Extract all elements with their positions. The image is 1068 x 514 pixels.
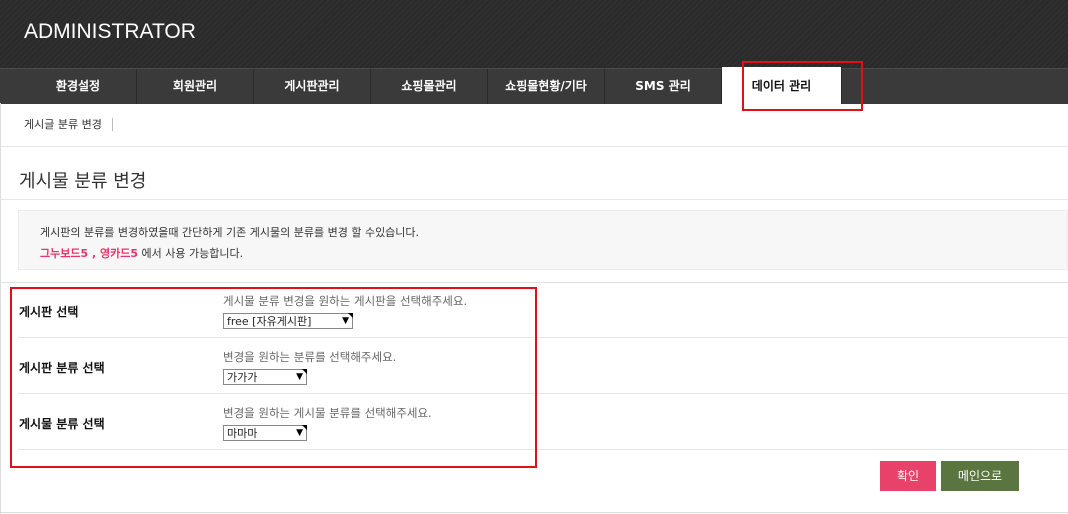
info-note-rest: 에서 사용 가능합니다. xyxy=(138,247,244,260)
post-category-select[interactable]: 마마마 ▼ xyxy=(223,425,307,441)
board-category-value: 가가가 xyxy=(227,371,258,384)
confirm-button[interactable]: 확인 xyxy=(880,461,936,491)
nav-item-environment[interactable]: 환경설정 xyxy=(20,69,137,104)
form-row-board-category: 게시판 분류 선택 변경을 원하는 분류를 선택해주세요. 가가가 ▼ xyxy=(18,339,1068,394)
nav-item-shop-status[interactable]: 쇼핑몰현황/기타 xyxy=(488,69,605,104)
main-nav: 환경설정 회원관리 게시판관리 쇼핑몰관리 쇼핑몰현황/기타 SMS 관리 데이… xyxy=(0,67,1068,104)
go-main-button[interactable]: 메인으로 xyxy=(941,461,1019,491)
board-category-label: 게시판 분류 선택 xyxy=(19,361,105,375)
info-highlight: 그누보드5 , 영카드5 xyxy=(40,247,138,260)
corner-mark-icon xyxy=(302,425,307,430)
post-category-value: 마마마 xyxy=(227,427,258,440)
nav-item-data[interactable]: 데이터 관리 xyxy=(722,67,842,104)
brand-title: ADMINISTRATOR xyxy=(24,20,196,43)
info-text: 게시판의 분류를 변경하였을때 간단하게 기존 게시물의 분류를 변경 할 수있… xyxy=(40,226,420,239)
nav-item-members[interactable]: 회원관리 xyxy=(137,69,254,104)
nav-item-shop[interactable]: 쇼핑몰관리 xyxy=(371,69,488,104)
post-category-help: 변경을 원하는 게시물 분류를 선택해주세요. xyxy=(223,406,432,420)
board-select-help: 게시물 분류 변경을 원하는 게시판을 선택해주세요. xyxy=(223,294,468,308)
nav-item-boards[interactable]: 게시판관리 xyxy=(254,69,371,104)
board-select[interactable]: free [자유게시판] ▼ xyxy=(223,313,353,329)
board-select-value: free [자유게시판] xyxy=(227,315,312,328)
left-border xyxy=(0,103,1,514)
bottom-divider xyxy=(0,512,1068,513)
form-row-board: 게시판 선택 게시물 분류 변경을 원하는 게시판을 선택해주세요. free … xyxy=(18,283,1068,338)
form-row-post-category: 게시물 분류 선택 변경을 원하는 게시물 분류를 선택해주세요. 마마마 ▼ xyxy=(18,395,1068,450)
sub-nav-item-category-change[interactable]: 게시글 분류 변경 xyxy=(24,118,113,131)
title-divider xyxy=(0,199,1068,200)
board-category-help: 변경을 원하는 분류를 선택해주세요. xyxy=(223,350,397,364)
page-title: 게시물 분류 변경 xyxy=(19,171,147,192)
info-box: 게시판의 분류를 변경하였을때 간단하게 기존 게시물의 분류를 변경 할 수있… xyxy=(18,210,1068,270)
info-note: 그누보드5 , 영카드5 에서 사용 가능합니다. xyxy=(40,245,243,261)
sub-nav: 게시글 분류 변경 xyxy=(0,103,1068,147)
corner-mark-icon xyxy=(302,369,307,374)
header-bar: ADMINISTRATOR xyxy=(0,0,1068,68)
board-category-select[interactable]: 가가가 ▼ xyxy=(223,369,307,385)
corner-mark-icon xyxy=(348,313,353,318)
post-category-label: 게시물 분류 선택 xyxy=(19,417,105,431)
nav-item-sms[interactable]: SMS 관리 xyxy=(605,69,722,104)
board-select-label: 게시판 선택 xyxy=(19,305,79,319)
